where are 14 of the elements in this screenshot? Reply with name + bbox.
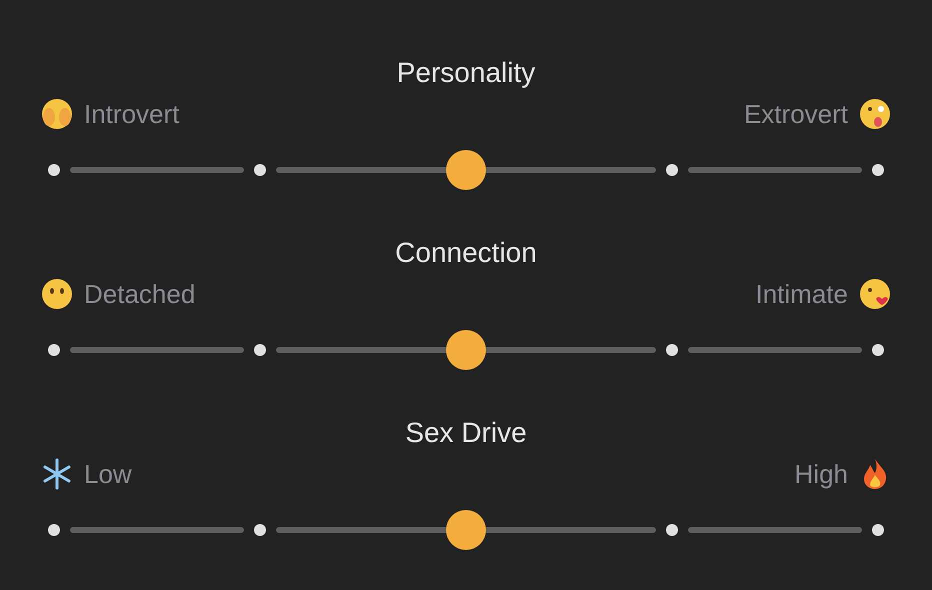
slider-thumb[interactable] (446, 330, 486, 370)
slider-title: Personality (396, 56, 536, 90)
slider-title: Connection (395, 236, 537, 270)
low-label: Low (84, 458, 132, 490)
low-label: Introvert (84, 98, 180, 130)
high-label: High (794, 458, 848, 490)
neutral-face-icon (40, 277, 74, 311)
slider-thumb[interactable] (446, 150, 486, 190)
slider-thumb[interactable] (446, 510, 486, 550)
slider-title: Sex Drive (405, 416, 527, 450)
kissing-face-icon (858, 277, 892, 311)
low-label: Detached (84, 278, 196, 310)
high-label: Intimate (756, 278, 848, 310)
high-label: Extrovert (744, 98, 848, 130)
